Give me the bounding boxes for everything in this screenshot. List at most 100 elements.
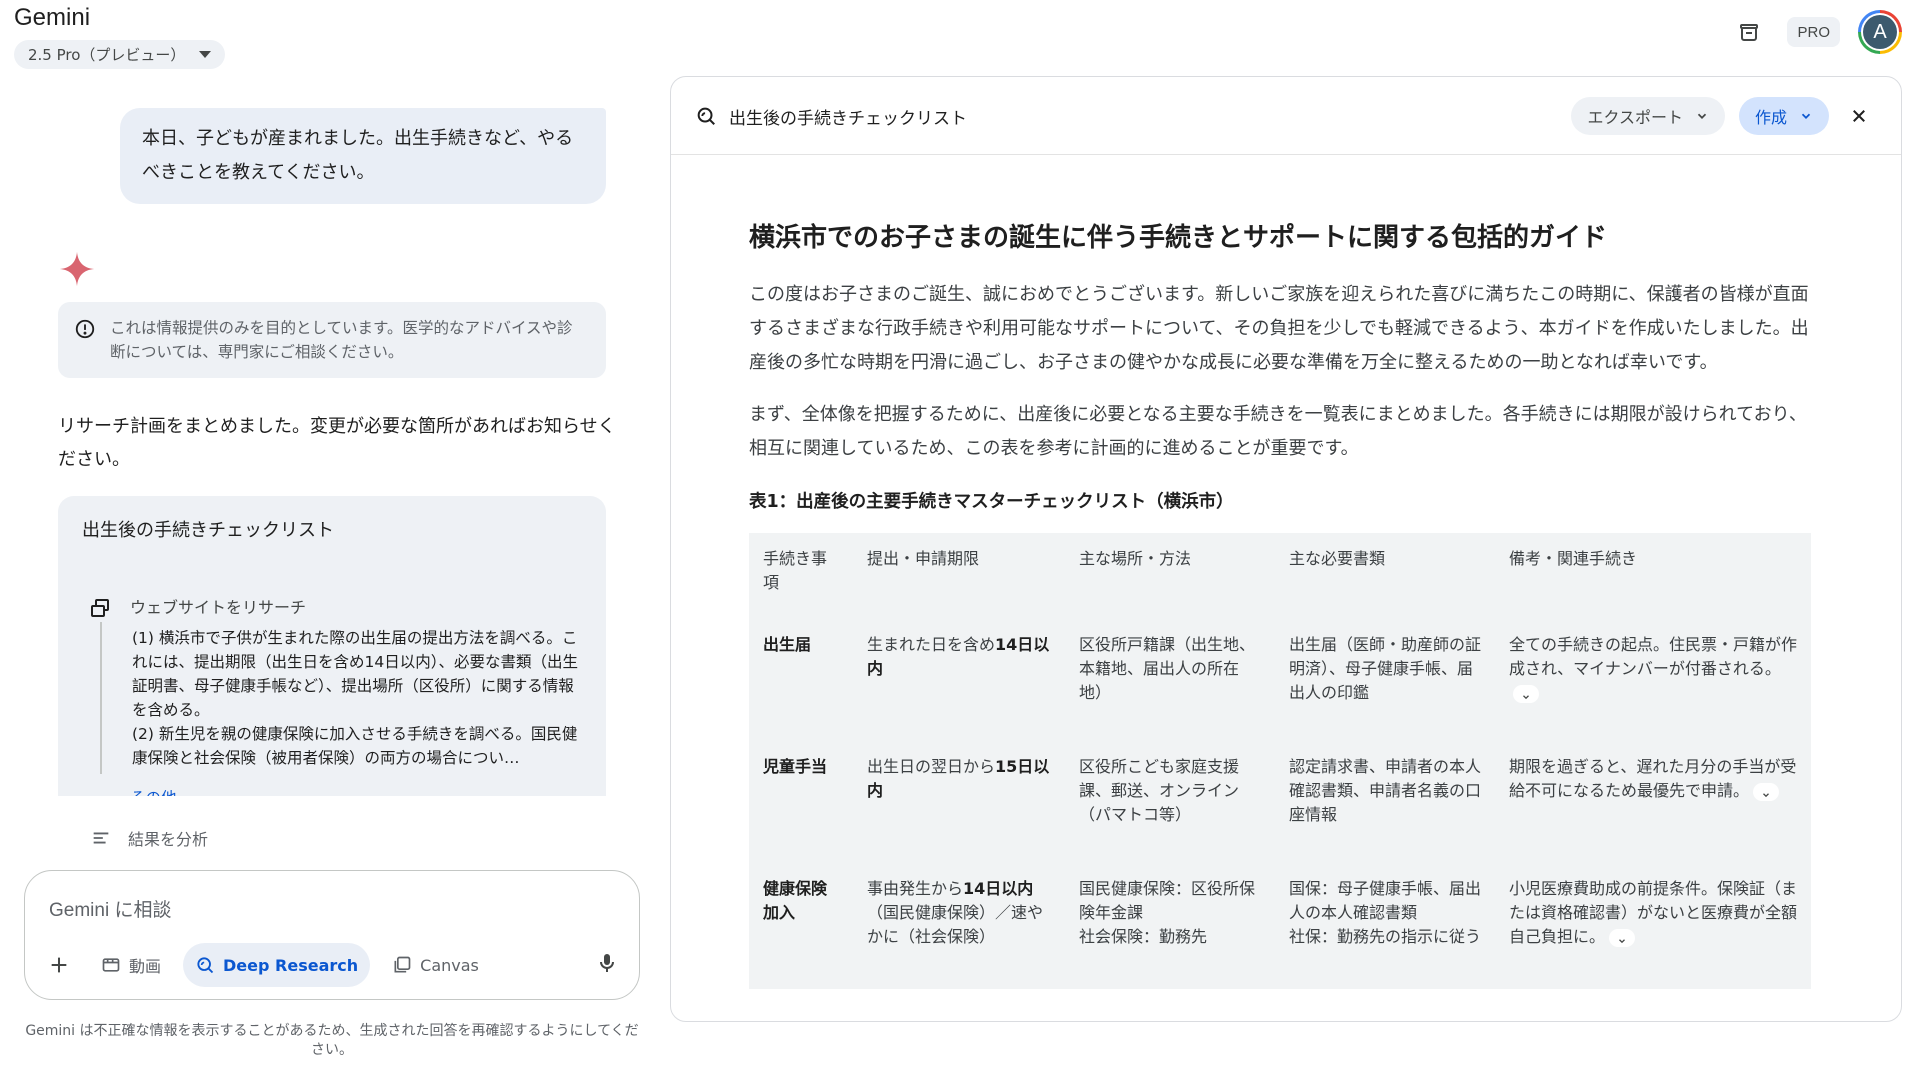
composer-tools: 動画 Deep Research Canvas <box>39 943 491 987</box>
prompt-composer: 動画 Deep Research Canvas <box>24 870 640 1000</box>
footer-disclaimer: Gemini は不正確な情報を表示することがあるため、生成された回答を再確認する… <box>25 1023 639 1058</box>
canvas-tool-button[interactable]: Canvas <box>380 943 491 987</box>
table-header-cell: 手続き事項 <box>763 549 828 592</box>
caret-down-icon <box>199 51 212 58</box>
deep-research-doc-icon <box>697 107 715 125</box>
table-header-cell: 主な必要書類 <box>1289 549 1386 568</box>
analyze-step: 結果を分析 <box>90 826 208 850</box>
deep-research-label: Deep Research <box>223 955 359 975</box>
table-cell-notes: 小児医療費助成の前提条件。保険証（または資格確認書）がないと医療費が全額自己負担… <box>1495 867 1811 989</box>
prompt-input[interactable] <box>49 891 589 931</box>
table-cell-notes: 全ての手続きの起点。住民票・戸籍が作成され、マイナンバーが付番される。 <box>1495 623 1811 745</box>
research-plan-card[interactable]: 出生後の手続きチェックリスト ウェブサイトをリサーチ (1) 横浜市で子供が生ま… <box>58 496 606 796</box>
deadline-text: 出生日の翌日から <box>867 757 996 776</box>
panel-title: 出生後の手続きチェックリスト <box>729 109 967 129</box>
video-tool-label: 動画 <box>129 957 162 976</box>
table-cell-docs: 出生届（医師・助産師の証明済）、母子健康手帳、届出人の印鑑 <box>1289 635 1482 702</box>
table-cell-item: 出生届 <box>763 635 812 654</box>
assistant-reply: リサーチ計画をまとめました。変更が必要な箇所があればお知らせください。 <box>58 416 616 470</box>
video-icon <box>102 958 120 972</box>
model-selector[interactable]: 2.5 Pro（プレビュー） <box>14 40 226 69</box>
chevron-down-icon <box>1801 113 1811 119</box>
table-row: 出生届 生まれた日を含め14日以内 区役所戸籍課（出生地、本籍地、届出人の所在地… <box>749 623 1811 745</box>
chat-column: 本日、子どもが産まれました。出生手続きなど、やるべきことを教えてください。 これ… <box>0 80 650 870</box>
plan-step-label: ウェブサイトをリサーチ <box>130 598 307 617</box>
header-actions: PRO A <box>1729 10 1902 54</box>
deadline-bold: 14日以内 <box>963 879 1034 898</box>
create-button[interactable]: 作成 <box>1738 97 1829 135</box>
plan-more-link[interactable]: その他 <box>130 786 177 796</box>
table-cell-item: 健康保険加入 <box>763 879 828 922</box>
close-panel-button[interactable] <box>1843 100 1875 132</box>
chevron-down-icon <box>1697 113 1707 119</box>
plus-icon <box>51 957 67 973</box>
export-button[interactable]: エクスポート <box>1571 97 1725 135</box>
info-icon <box>75 319 95 339</box>
deadline-text: （国民健康保険）／速やかに（社会保険） <box>867 903 1044 946</box>
analyze-label: 結果を分析 <box>128 830 209 849</box>
expand-chevron[interactable] <box>1753 782 1780 801</box>
table-cell-docs: 国保：母子健康手帳、届出人の本人確認書類 社保：勤務先の指示に従う <box>1289 879 1482 946</box>
document-paragraph-2: まず、全体像を把握するために、出産後に必要となる主要な手続きを一覧表にまとめまし… <box>749 404 1807 459</box>
video-tool-button[interactable]: 動画 <box>89 943 173 987</box>
deep-research-icon <box>197 957 214 974</box>
table-header-cell: 主な場所・方法 <box>1079 549 1192 568</box>
medical-disclaimer: これは情報提供のみを目的としています。医学的なアドバイスや診断については、専門家… <box>58 302 606 378</box>
table-cell-notes: 期限を過ぎると、遅れた月分の手当が受給不可になるため最優先で申請。 <box>1495 745 1811 867</box>
microphone-icon <box>600 954 614 972</box>
chevron-down-icon <box>1763 792 1769 797</box>
deadline-text: 事由発生から <box>867 879 964 898</box>
deep-research-button[interactable]: Deep Research <box>183 943 371 987</box>
table-cell-deadline: 出生日の翌日から15日以内 <box>853 745 1065 867</box>
table-header-cell: 備考・関連手続き <box>1509 549 1638 568</box>
table-cell-docs: 認定請求書、申請者の本人確認書類、申請者名義の口座情報 <box>1289 757 1482 824</box>
canvas-icon <box>394 956 411 973</box>
table-cell-item: 児童手当 <box>763 757 828 776</box>
user-message: 本日、子どもが産まれました。出生手続きなど、やるべきことを教えてください。 <box>120 108 606 204</box>
table-header-cell: 提出・申請期限 <box>867 549 980 568</box>
deadline-text: 生まれた日を含め <box>867 635 996 654</box>
chevron-down-icon <box>1523 694 1529 699</box>
web-research-icon <box>91 599 109 617</box>
panel-header: 出生後の手続きチェックリスト エクスポート 作成 <box>671 77 1901 155</box>
gemini-app: Gemini 2.5 Pro（プレビュー） PRO A 本日、子どもが産まれまし… <box>0 0 1920 1074</box>
panel-actions: エクスポート 作成 <box>1571 97 1875 135</box>
pro-badge: PRO <box>1787 17 1840 47</box>
create-label: 作成 <box>1754 108 1787 127</box>
plan-title: 出生後の手続きチェックリスト <box>82 520 334 541</box>
table-cell-place: 国民健康保険：区役所保険年金課 社会保険：勤務先 <box>1079 879 1256 946</box>
plan-timeline <box>100 622 102 774</box>
temporary-chat-button[interactable] <box>1729 12 1769 52</box>
table-caption: 表1：出産後の主要手続きマスターチェックリスト（横浜市） <box>749 492 1234 512</box>
gemini-spark-icon <box>59 251 95 287</box>
chevron-down-icon <box>1619 938 1625 943</box>
document-paragraph-1: この度はお子さまのご誕生、誠におめでとうございます。新しいご家族を迎えられた喜び… <box>749 284 1809 373</box>
document-panel: 出生後の手続きチェックリスト エクスポート 作成 横浜市でのお子さまの誕生に伴う… <box>670 76 1902 1022</box>
analyze-icon <box>93 832 109 844</box>
brand-title: Gemini <box>14 4 91 31</box>
model-label: 2.5 Pro（プレビュー） <box>28 46 186 64</box>
document-heading: 横浜市でのお子さまの誕生に伴う手続きとサポートに関する包括的ガイド <box>749 223 1608 253</box>
archive-icon <box>1740 24 1759 41</box>
table-header-row: 手続き事項 提出・申請期限 主な場所・方法 主な必要書類 備考・関連手続き <box>749 533 1811 623</box>
expand-chevron[interactable] <box>1609 928 1636 947</box>
table-row: 健康保険加入 事由発生から14日以内 （国民健康保険）／速やかに（社会保険） 国民… <box>749 867 1811 989</box>
notes-text: 全ての手続きの起点。住民票・戸籍が作成され、マイナンバーが付番される。 <box>1509 635 1798 678</box>
table-cell-deadline: 事由発生から14日以内 （国民健康保険）／速やかに（社会保険） <box>853 867 1065 989</box>
table-cell-deadline: 生まれた日を含め14日以内 <box>853 623 1065 745</box>
close-icon <box>1853 110 1865 122</box>
microphone-button[interactable] <box>595 951 619 979</box>
expand-chevron[interactable] <box>1513 684 1539 703</box>
avatar-letter: A <box>1863 15 1897 49</box>
canvas-tool-label: Canvas <box>420 955 479 975</box>
document-body: 横浜市でのお子さまの誕生に伴う手続きとサポートに関する包括的ガイド この度はお子… <box>749 217 1811 989</box>
add-button[interactable] <box>39 945 79 985</box>
account-avatar[interactable]: A <box>1858 10 1902 54</box>
table-cell-place: 区役所戸籍課（出生地、本籍地、届出人の所在地） <box>1079 635 1256 702</box>
plan-body: (1) 横浜市で子供が生まれた際の出生届の提出方法を調べる。これには、提出期限（… <box>132 629 578 767</box>
procedures-table: 手続き事項 提出・申請期限 主な場所・方法 主な必要書類 備考・関連手続き 出生… <box>749 533 1811 989</box>
avatar-ring: A <box>1861 13 1899 51</box>
notes-text: 小児医療費助成の前提条件。保険証（または資格確認書）がないと医療費が全額自己負担… <box>1509 879 1798 946</box>
table-row: 児童手当 出生日の翌日から15日以内 区役所こども家庭支援課、郵送、オンライン（… <box>749 745 1811 867</box>
table-cell-place: 区役所こども家庭支援課、郵送、オンライン（パマトコ等） <box>1079 757 1240 824</box>
